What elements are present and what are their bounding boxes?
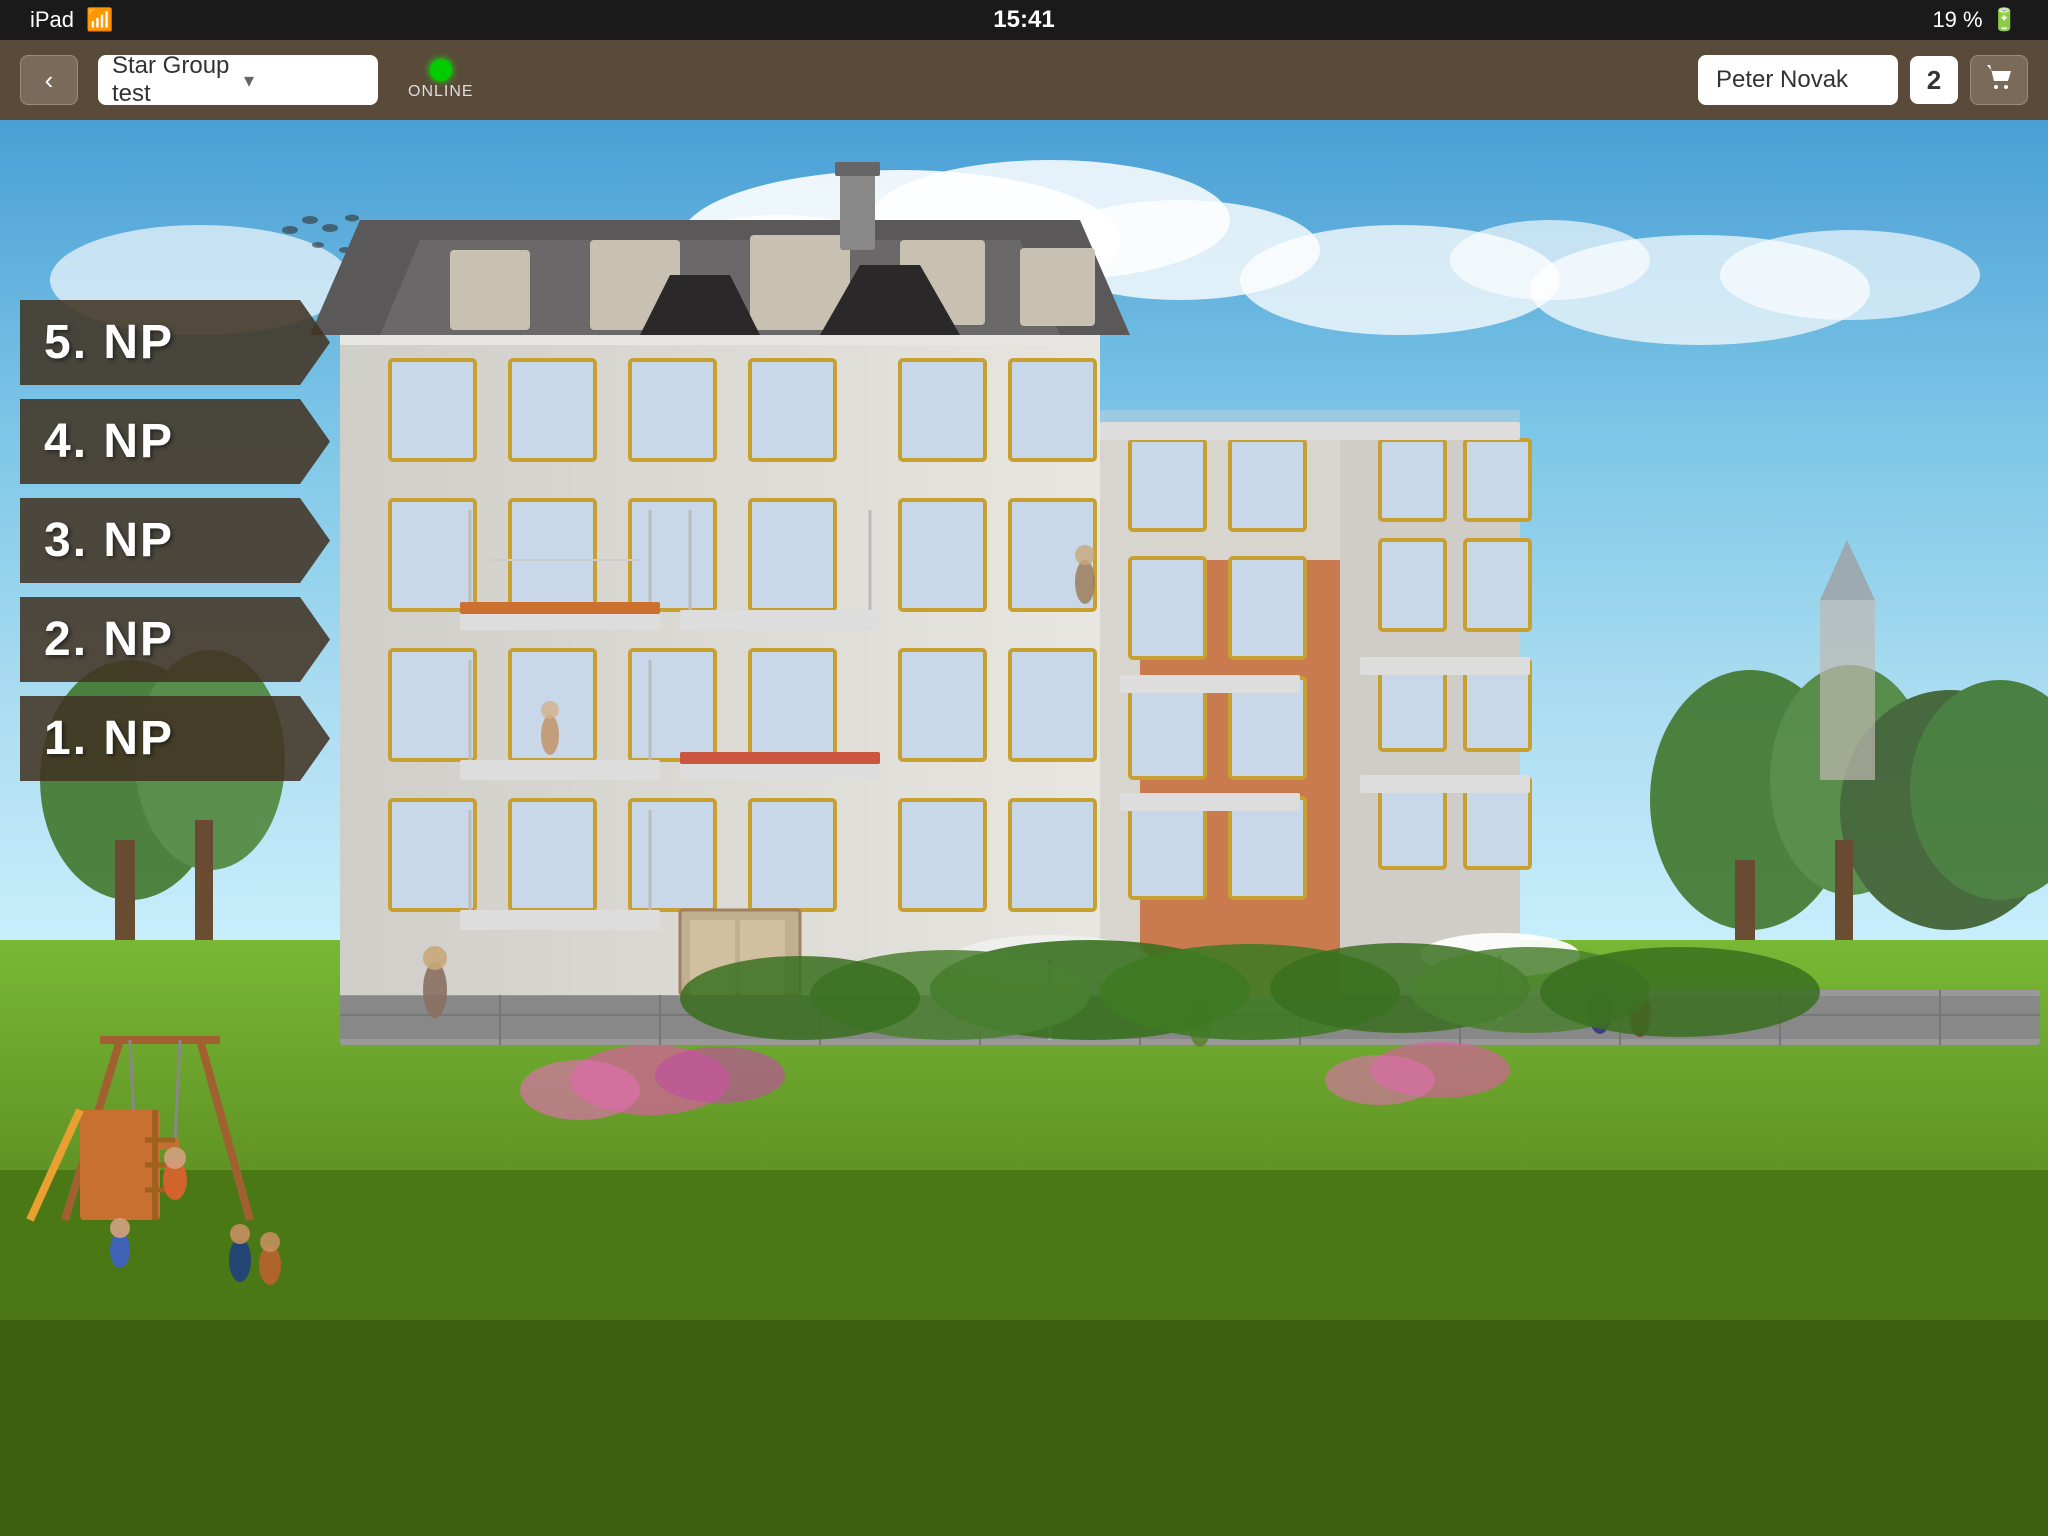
nav-bar: ‹ Star Group test ▾ ONLINE Peter Novak 2	[0, 40, 2048, 120]
floor-5-button[interactable]: 5. NP	[20, 300, 330, 385]
online-label: ONLINE	[408, 83, 474, 101]
floor-5-label: 5. NP	[44, 315, 174, 370]
status-left: iPad 📶	[30, 7, 113, 33]
user-name-text: Peter Novak	[1716, 66, 1848, 94]
floor-4-button[interactable]: 4. NP	[20, 399, 330, 484]
floor-2-button[interactable]: 2. NP	[20, 597, 330, 682]
floor-2-label: 2. NP	[44, 612, 174, 667]
user-section: Peter Novak 2	[1698, 55, 2028, 105]
main-content: 5. NP 4. NP 3. NP 2. NP 1. NP	[0, 120, 2048, 1536]
notification-badge: 2	[1910, 56, 1958, 104]
project-name-label: Star Group test	[112, 52, 232, 108]
device-label: iPad	[30, 7, 74, 33]
floor-3-button[interactable]: 3. NP	[20, 498, 330, 583]
project-selector[interactable]: Star Group test ▾	[98, 55, 378, 105]
wifi-icon: 📶	[86, 7, 113, 33]
floor-4-label: 4. NP	[44, 414, 174, 469]
floor-1-button[interactable]: 1. NP	[20, 696, 330, 781]
battery-icon: 🔋	[1991, 7, 2018, 33]
user-name-display: Peter Novak	[1698, 55, 1898, 105]
time-display: 15:41	[993, 6, 1054, 34]
battery-percent: 19 %	[1932, 7, 1982, 33]
online-status-dot	[430, 59, 452, 81]
cart-button[interactable]	[1970, 55, 2028, 105]
chevron-down-icon: ▾	[244, 68, 364, 93]
floor-buttons: 5. NP 4. NP 3. NP 2. NP 1. NP	[20, 300, 330, 781]
status-bar: iPad 📶 15:41 19 % 🔋	[0, 0, 2048, 40]
back-button[interactable]: ‹	[20, 55, 78, 105]
floor-3-label: 3. NP	[44, 513, 174, 568]
battery-area: 19 % 🔋	[1932, 7, 2018, 33]
floor-1-label: 1. NP	[44, 711, 174, 766]
badge-count: 2	[1927, 65, 1941, 96]
back-icon: ‹	[45, 65, 54, 96]
cart-icon	[1983, 61, 2015, 100]
online-indicator: ONLINE	[408, 59, 474, 101]
